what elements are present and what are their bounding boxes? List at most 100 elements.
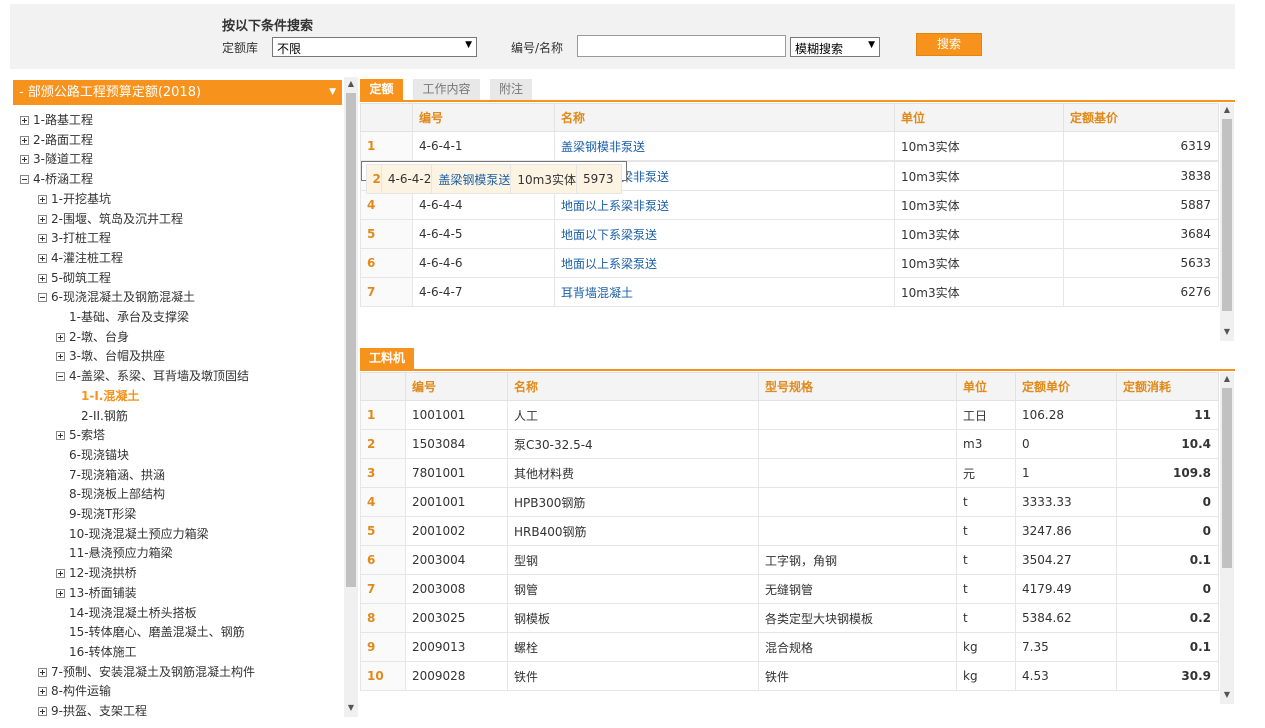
scroll-up-icon[interactable]: ▲	[344, 79, 358, 88]
search-button[interactable]: 搜索	[916, 33, 982, 56]
quota-name-link[interactable]: 盖梁钢模非泵送	[561, 140, 645, 154]
tree-node[interactable]: 16-转体施工	[69, 643, 137, 661]
tab-quota[interactable]: 定额	[360, 79, 403, 100]
tree-node[interactable]: 9-现浇T形梁	[69, 505, 136, 523]
expand-icon[interactable]	[38, 687, 47, 697]
tree-node[interactable]: 2-墩、台身	[56, 328, 129, 346]
col-name[interactable]: 名称	[554, 103, 895, 132]
material-row[interactable]: 2 1503084 泵C30-32.5-4 m3 0 10.4	[360, 429, 1219, 459]
col-base-price[interactable]: 定额基价	[1063, 103, 1219, 132]
expand-icon[interactable]	[38, 214, 47, 224]
tree-node[interactable]: 8-现浇板上部结构	[69, 485, 165, 503]
quota-name[interactable]: 盖梁钢模非泵送	[554, 131, 895, 161]
expand-icon[interactable]	[38, 194, 47, 204]
col-unit-price[interactable]: 定额单价	[1015, 372, 1117, 401]
material-row[interactable]: 5 2001002 HRB400钢筋 t 3247.86 0	[360, 516, 1219, 546]
quota-row[interactable]: 5 4-6-4-5 地面以下系梁泵送 10m3实体 3684	[360, 219, 1219, 249]
quota-scrollbar[interactable]: ▲ ▼	[1220, 103, 1234, 341]
material-row[interactable]: 10 2009028 铁件 铁件 kg 4.53 30.9	[360, 661, 1219, 691]
quota-name-link[interactable]: 耳背墙混凝土	[561, 286, 633, 300]
quota-row[interactable]: 1 4-6-4-1 盖梁钢模非泵送 10m3实体 6319	[360, 131, 1219, 161]
tree-node[interactable]: 7-现浇箱涵、拱涵	[69, 466, 165, 484]
material-row[interactable]: 3 7801001 其他材料费 元 1 109.8	[360, 458, 1219, 488]
tree-node[interactable]: 8-构件运输	[38, 682, 111, 700]
col-code[interactable]: 编号	[405, 372, 508, 401]
col-unit[interactable]: 单位	[956, 372, 1016, 401]
tree-node[interactable]: 14-现浇混凝土桥头搭板	[69, 604, 197, 622]
tree-node[interactable]: 11-悬浇预应力箱梁	[69, 544, 173, 562]
quota-name-link[interactable]: 地面以上系梁非泵送	[561, 199, 669, 213]
library-select[interactable]: 不限 ▼	[272, 37, 477, 57]
material-row[interactable]: 1 1001001 人工 工日 106.28 11	[360, 400, 1219, 430]
quota-name[interactable]: 地面以下系梁泵送	[554, 219, 895, 249]
tree-node[interactable]: 5-索塔	[56, 426, 105, 444]
expand-icon[interactable]	[38, 253, 47, 263]
col-spec[interactable]: 型号规格	[758, 372, 957, 401]
collapse-icon[interactable]	[38, 293, 47, 303]
expand-icon[interactable]	[56, 569, 65, 579]
material-row[interactable]: 4 2001001 HPB300钢筋 t 3333.33 0	[360, 487, 1219, 517]
col-consumption[interactable]: 定额消耗	[1116, 372, 1219, 401]
col-name[interactable]: 名称	[507, 372, 759, 401]
scroll-down-icon[interactable]: ▼	[1220, 327, 1234, 336]
expand-icon[interactable]	[38, 273, 47, 283]
quota-name[interactable]: 盖梁钢模泵送	[431, 164, 512, 194]
quota-name[interactable]: 地面以上系梁泵送	[554, 248, 895, 278]
quota-name[interactable]: 地面以上系梁非泵送	[554, 190, 895, 220]
tree-node[interactable]: 10-现浇混凝土预应力箱梁	[69, 525, 209, 543]
scroll-down-icon[interactable]: ▼	[1220, 690, 1234, 699]
library-dropdown[interactable]: - 部颁公路工程预算定额(2018) ▼	[13, 80, 342, 105]
tree-node[interactable]: 2-路面工程	[20, 131, 93, 149]
tree-node[interactable]: 3-墩、台帽及拱座	[56, 347, 165, 365]
materials-scroll-thumb[interactable]	[1222, 388, 1232, 568]
tree-scroll-thumb[interactable]	[346, 93, 356, 587]
quota-row[interactable]: 4 4-6-4-4 地面以上系梁非泵送 10m3实体 5887	[360, 190, 1219, 220]
quota-name[interactable]: 耳背墙混凝土	[554, 277, 895, 307]
tree-node[interactable]: 5-砌筑工程	[38, 269, 111, 287]
tree-node[interactable]: 3-打桩工程	[38, 229, 111, 247]
col-unit[interactable]: 单位	[894, 103, 1064, 132]
tree-node[interactable]: 1-基础、承台及支撑梁	[69, 308, 189, 326]
expand-icon[interactable]	[56, 588, 65, 598]
match-mode-select[interactable]: 模糊搜索 ▼	[790, 37, 880, 57]
tree-node[interactable]: 7-预制、安装混凝土及钢筋混凝土构件	[38, 663, 255, 681]
tree-scrollbar[interactable]: ▲ ▼	[344, 77, 358, 717]
material-row[interactable]: 9 2009013 螺栓 混合规格 kg 7.35 0.1	[360, 632, 1219, 662]
quota-row[interactable]: 7 4-6-4-7 耳背墙混凝土 10m3实体 6276	[360, 277, 1219, 307]
expand-icon[interactable]	[38, 667, 47, 677]
expand-icon[interactable]	[20, 116, 29, 125]
expand-icon[interactable]	[20, 135, 29, 145]
tree-node[interactable]: 2-围堰、筑岛及沉井工程	[38, 210, 183, 228]
code-name-input[interactable]	[577, 35, 786, 57]
col-code[interactable]: 编号	[412, 103, 555, 132]
tree-node[interactable]: 2-II.钢筋	[81, 407, 128, 425]
tree-node[interactable]: 4-灌注桩工程	[38, 249, 123, 267]
material-row[interactable]: 7 2003008 钢管 无缝钢管 t 4179.49 0	[360, 574, 1219, 604]
tab-notes[interactable]: 附注	[490, 79, 532, 100]
expand-icon[interactable]	[56, 352, 65, 362]
tree-node[interactable]: 13-桥面铺装	[56, 584, 137, 602]
tab-materials[interactable]: 工料机	[360, 348, 414, 369]
tree-node[interactable]: 1-开挖基坑	[38, 190, 111, 208]
quota-name-link[interactable]: 地面以下系梁泵送	[561, 228, 657, 242]
quota-name-link[interactable]: 地面以上系梁泵送	[561, 257, 657, 271]
expand-icon[interactable]	[38, 707, 47, 716]
tree-node[interactable]: 1-I.混凝土	[81, 387, 139, 405]
expand-icon[interactable]	[56, 332, 65, 342]
scroll-up-icon[interactable]: ▲	[1220, 105, 1234, 114]
tree-node[interactable]: 6-现浇锚块	[69, 446, 129, 464]
tree-node[interactable]: 1-路基工程	[20, 111, 93, 129]
tree-node[interactable]: 4-桥涵工程	[20, 170, 93, 188]
scroll-down-icon[interactable]: ▼	[344, 703, 358, 712]
quota-row[interactable]: 6 4-6-4-6 地面以上系梁泵送 10m3实体 5633	[360, 248, 1219, 278]
quota-name-link[interactable]: 盖梁钢模泵送	[438, 173, 510, 187]
material-row[interactable]: 6 2003004 型钢 工字钢，角钢 t 3504.27 0.1	[360, 545, 1219, 575]
materials-scrollbar[interactable]: ▲ ▼	[1220, 372, 1234, 704]
quota-scroll-thumb[interactable]	[1222, 119, 1232, 311]
expand-icon[interactable]	[56, 431, 65, 441]
expand-icon[interactable]	[38, 234, 47, 244]
tree-node[interactable]: 15-转体磨心、磨盖混凝土、钢筋	[69, 623, 245, 641]
quota-row[interactable]: 2 4-6-4-2 盖梁钢模泵送 10m3实体 5973	[360, 161, 627, 194]
collapse-icon[interactable]	[20, 175, 29, 185]
tree-node[interactable]: 4-盖梁、系梁、耳背墙及墩顶固结	[56, 367, 249, 385]
